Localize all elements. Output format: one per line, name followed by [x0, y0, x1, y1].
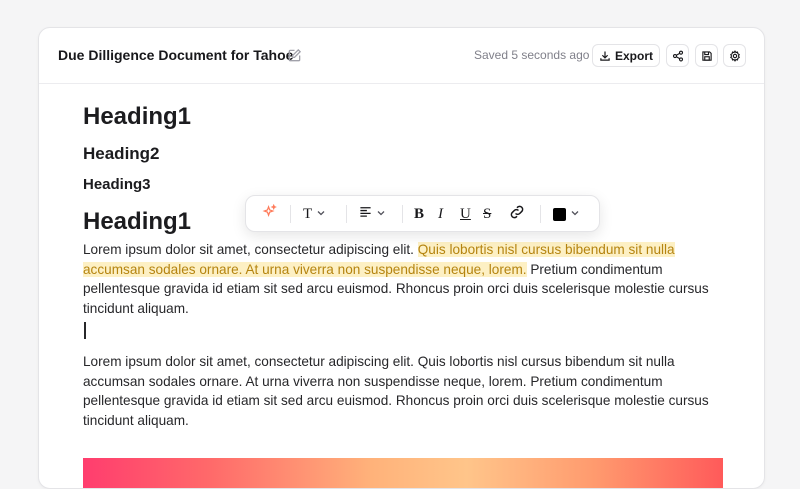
- floating-format-toolbar: T B I U S: [245, 195, 600, 232]
- share-button[interactable]: [666, 44, 689, 67]
- color-swatch: [553, 207, 566, 221]
- sparkle-icon: [262, 203, 277, 224]
- gear-icon: [729, 49, 741, 62]
- heading-2[interactable]: Heading2: [83, 144, 160, 164]
- link-icon: [509, 204, 525, 225]
- text-color-dropdown[interactable]: [553, 204, 580, 224]
- toolbar-divider: [290, 205, 291, 223]
- download-icon: [599, 50, 611, 62]
- paragraph-2[interactable]: Lorem ipsum dolor sit amet, consectetur …: [83, 352, 723, 430]
- save-icon: [701, 50, 713, 62]
- toolbar-divider: [540, 205, 541, 223]
- underline-button[interactable]: U: [460, 204, 471, 224]
- share-icon: [672, 50, 684, 62]
- document-title: Due Dilligence Document for Tahoe: [58, 47, 294, 63]
- bold-button[interactable]: B: [414, 204, 424, 224]
- strikethrough-button[interactable]: S: [483, 204, 491, 224]
- document-card: Due Dilligence Document for Tahoe Saved …: [38, 27, 765, 489]
- heading-1[interactable]: Heading1: [83, 103, 191, 131]
- chevron-down-icon: [316, 205, 326, 223]
- align-dropdown[interactable]: [359, 204, 386, 224]
- chevron-down-icon: [376, 205, 386, 223]
- toolbar-divider: [402, 205, 403, 223]
- save-button[interactable]: [695, 44, 718, 67]
- toolbar-divider: [346, 205, 347, 223]
- text-cursor: [84, 322, 86, 339]
- text-style-glyph: T: [303, 205, 313, 222]
- paragraph-1-text-start: Lorem ipsum dolor sit amet, consectetur …: [83, 242, 418, 257]
- document-header: Due Dilligence Document for Tahoe Saved …: [39, 28, 764, 84]
- ai-assist-button[interactable]: [262, 203, 277, 224]
- chevron-down-icon: [570, 205, 580, 223]
- settings-button[interactable]: [723, 44, 746, 67]
- text-style-dropdown[interactable]: T: [303, 204, 326, 224]
- export-label: Export: [614, 48, 653, 63]
- italic-button[interactable]: I: [438, 204, 443, 224]
- align-left-icon: [359, 205, 372, 223]
- heading-1-second[interactable]: Heading1: [83, 208, 191, 236]
- edit-icon[interactable]: [287, 48, 302, 63]
- save-status: Saved 5 seconds ago: [474, 48, 590, 62]
- link-button[interactable]: [509, 204, 525, 224]
- paragraph-1[interactable]: Lorem ipsum dolor sit amet, consectetur …: [83, 240, 723, 318]
- export-button[interactable]: Export: [592, 44, 660, 67]
- heading-3[interactable]: Heading3: [83, 176, 151, 193]
